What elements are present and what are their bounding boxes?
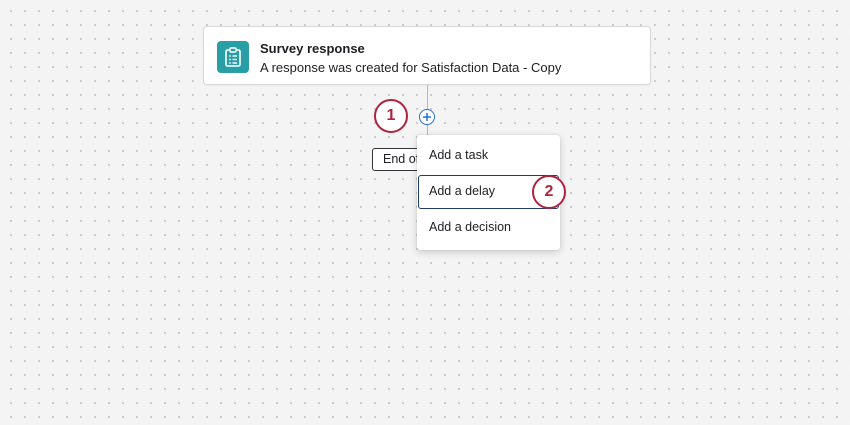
trigger-card-survey-response[interactable]: Survey response A response was created f… <box>203 26 651 85</box>
trigger-title: Survey response <box>260 41 365 56</box>
trigger-subtitle: A response was created for Satisfaction … <box>260 60 562 75</box>
menu-item-add-task[interactable]: Add a task <box>418 139 559 173</box>
step-callout-1: 1 <box>374 99 408 133</box>
add-step-button[interactable] <box>419 109 435 125</box>
clipboard-list-icon <box>217 41 249 73</box>
step-callout-2: 2 <box>532 175 566 209</box>
plus-icon <box>423 113 431 121</box>
menu-item-add-decision[interactable]: Add a decision <box>418 211 559 245</box>
